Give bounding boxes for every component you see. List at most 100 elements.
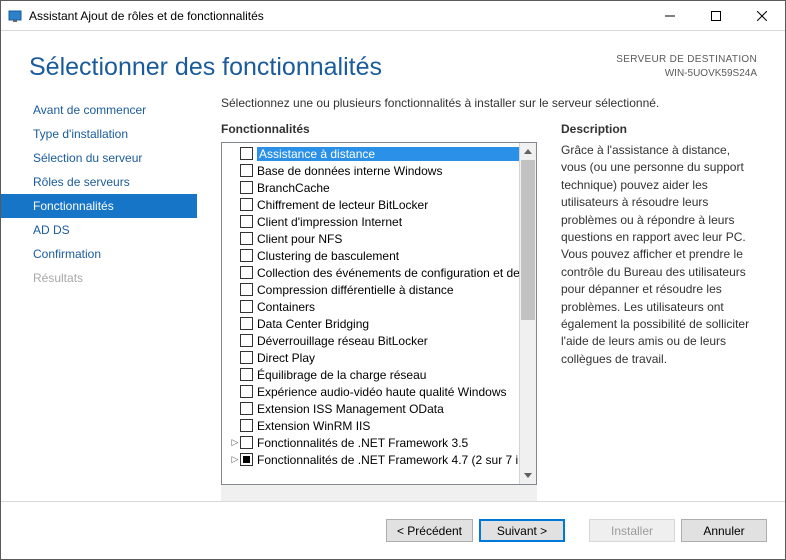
destination-server: SERVEUR DE DESTINATION WIN-5UOVK59S24A bbox=[616, 53, 757, 81]
wizard-step[interactable]: Confirmation bbox=[1, 242, 197, 266]
feature-row[interactable]: ▷ Fonctionnalités de .NET Framework 4.7 (… bbox=[226, 451, 519, 468]
feature-row[interactable]: Extension WinRM IIS bbox=[226, 417, 519, 434]
scroll-thumb[interactable] bbox=[521, 160, 535, 320]
body: Avant de commencerType d'installationSél… bbox=[1, 90, 785, 501]
feature-checkbox[interactable] bbox=[240, 351, 253, 364]
maximize-button[interactable] bbox=[693, 1, 739, 31]
feature-checkbox[interactable] bbox=[240, 283, 253, 296]
features-listbox[interactable]: Assistance à distance Base de données int… bbox=[221, 142, 537, 485]
feature-row[interactable]: Extension ISS Management OData bbox=[226, 400, 519, 417]
next-button[interactable]: Suivant > bbox=[479, 519, 565, 542]
feature-checkbox[interactable] bbox=[240, 419, 253, 432]
feature-row[interactable]: Collection des événements de configurati… bbox=[226, 264, 519, 281]
description-heading: Description bbox=[561, 122, 757, 136]
feature-row[interactable]: Base de données interne Windows bbox=[226, 162, 519, 179]
feature-label: Déverrouillage réseau BitLocker bbox=[257, 334, 519, 348]
feature-label: Compression différentielle à distance bbox=[257, 283, 519, 297]
feature-checkbox[interactable] bbox=[240, 164, 253, 177]
destination-label: SERVEUR DE DESTINATION bbox=[616, 53, 757, 67]
wizard-step[interactable]: AD DS bbox=[1, 218, 197, 242]
feature-label: Extension ISS Management OData bbox=[257, 402, 519, 416]
columns: Fonctionnalités Assistance à distance Bas… bbox=[197, 122, 757, 501]
feature-label: Direct Play bbox=[257, 351, 519, 365]
feature-label: Assistance à distance bbox=[257, 147, 519, 161]
feature-row[interactable]: Déverrouillage réseau BitLocker bbox=[226, 332, 519, 349]
feature-label: BranchCache bbox=[257, 181, 519, 195]
window-title: Assistant Ajout de rôles et de fonctionn… bbox=[29, 9, 264, 23]
feature-row[interactable]: Clustering de basculement bbox=[226, 247, 519, 264]
feature-checkbox[interactable] bbox=[240, 181, 253, 194]
feature-checkbox[interactable] bbox=[240, 232, 253, 245]
feature-label: Chiffrement de lecteur BitLocker bbox=[257, 198, 519, 212]
description-column: Description Grâce à l'assistance à dista… bbox=[561, 122, 757, 501]
feature-row[interactable]: Expérience audio-vidéo haute qualité Win… bbox=[226, 383, 519, 400]
wizard-step[interactable]: Sélection du serveur bbox=[1, 146, 197, 170]
feature-label: Expérience audio-vidéo haute qualité Win… bbox=[257, 385, 519, 399]
horizontal-scrollbar[interactable] bbox=[221, 484, 537, 501]
feature-row[interactable]: Compression différentielle à distance bbox=[226, 281, 519, 298]
feature-label: Base de données interne Windows bbox=[257, 164, 519, 178]
minimize-button[interactable] bbox=[647, 1, 693, 31]
feature-checkbox[interactable] bbox=[240, 368, 253, 381]
feature-checkbox[interactable] bbox=[240, 385, 253, 398]
features-column: Fonctionnalités Assistance à distance Bas… bbox=[221, 122, 537, 501]
feature-checkbox[interactable] bbox=[240, 300, 253, 313]
feature-row[interactable]: BranchCache bbox=[226, 179, 519, 196]
feature-label: Containers bbox=[257, 300, 519, 314]
wizard-steps: Avant de commencerType d'installationSél… bbox=[1, 94, 197, 501]
feature-label: Extension WinRM IIS bbox=[257, 419, 519, 433]
wizard-step[interactable]: Avant de commencer bbox=[1, 98, 197, 122]
feature-label: Client d'impression Internet bbox=[257, 215, 519, 229]
feature-checkbox[interactable] bbox=[240, 334, 253, 347]
feature-label: Équilibrage de la charge réseau bbox=[257, 368, 519, 382]
feature-label: Client pour NFS bbox=[257, 232, 519, 246]
feature-row[interactable]: ▷ Fonctionnalités de .NET Framework 3.5 bbox=[226, 434, 519, 451]
install-button: Installer bbox=[589, 519, 675, 542]
features-heading: Fonctionnalités bbox=[221, 122, 537, 136]
feature-checkbox[interactable] bbox=[240, 402, 253, 415]
destination-value: WIN-5UOVK59S24A bbox=[616, 67, 757, 81]
wizard-step[interactable]: Fonctionnalités bbox=[1, 194, 197, 218]
feature-row[interactable]: Client pour NFS bbox=[226, 230, 519, 247]
feature-checkbox[interactable] bbox=[240, 453, 253, 466]
page-title: Sélectionner des fonctionnalités bbox=[29, 53, 382, 82]
feature-label: Fonctionnalités de .NET Framework 4.7 (2… bbox=[257, 453, 519, 467]
app-icon bbox=[7, 8, 23, 24]
header: Sélectionner des fonctionnalités SERVEUR… bbox=[1, 31, 785, 90]
feature-row[interactable]: Data Center Bridging bbox=[226, 315, 519, 332]
feature-checkbox[interactable] bbox=[240, 266, 253, 279]
footer: < Précédent Suivant > Installer Annuler bbox=[1, 501, 785, 559]
instruction-text: Sélectionnez une ou plusieurs fonctionna… bbox=[221, 96, 757, 110]
feature-row[interactable]: Client d'impression Internet bbox=[226, 213, 519, 230]
feature-row[interactable]: Direct Play bbox=[226, 349, 519, 366]
feature-label: Data Center Bridging bbox=[257, 317, 519, 331]
feature-checkbox[interactable] bbox=[240, 198, 253, 211]
wizard-step: Résultats bbox=[1, 266, 197, 290]
feature-checkbox[interactable] bbox=[240, 436, 253, 449]
expander-icon[interactable]: ▷ bbox=[230, 454, 240, 465]
feature-label: Clustering de basculement bbox=[257, 249, 519, 263]
main-panel: Sélectionnez une ou plusieurs fonctionna… bbox=[197, 94, 785, 501]
vertical-scrollbar[interactable] bbox=[519, 143, 536, 484]
expander-icon[interactable]: ▷ bbox=[230, 437, 240, 448]
scroll-up-button[interactable] bbox=[520, 143, 536, 160]
cancel-button[interactable]: Annuler bbox=[681, 519, 767, 542]
close-button[interactable] bbox=[739, 1, 785, 31]
feature-label: Fonctionnalités de .NET Framework 3.5 bbox=[257, 436, 519, 450]
scroll-down-button[interactable] bbox=[520, 467, 536, 484]
feature-checkbox[interactable] bbox=[240, 317, 253, 330]
feature-row[interactable]: Équilibrage de la charge réseau bbox=[226, 366, 519, 383]
wizard-step[interactable]: Rôles de serveurs bbox=[1, 170, 197, 194]
scroll-track[interactable] bbox=[520, 160, 536, 467]
feature-row[interactable]: Chiffrement de lecteur BitLocker bbox=[226, 196, 519, 213]
feature-row[interactable]: Assistance à distance bbox=[226, 145, 519, 162]
feature-checkbox[interactable] bbox=[240, 215, 253, 228]
feature-checkbox[interactable] bbox=[240, 147, 253, 160]
feature-row[interactable]: Containers bbox=[226, 298, 519, 315]
feature-label: Collection des événements de configurati… bbox=[257, 266, 519, 280]
titlebar: Assistant Ajout de rôles et de fonctionn… bbox=[1, 1, 785, 31]
feature-checkbox[interactable] bbox=[240, 249, 253, 262]
previous-button[interactable]: < Précédent bbox=[386, 519, 473, 542]
wizard-step[interactable]: Type d'installation bbox=[1, 122, 197, 146]
description-text: Grâce à l'assistance à distance, vous (o… bbox=[561, 142, 757, 368]
